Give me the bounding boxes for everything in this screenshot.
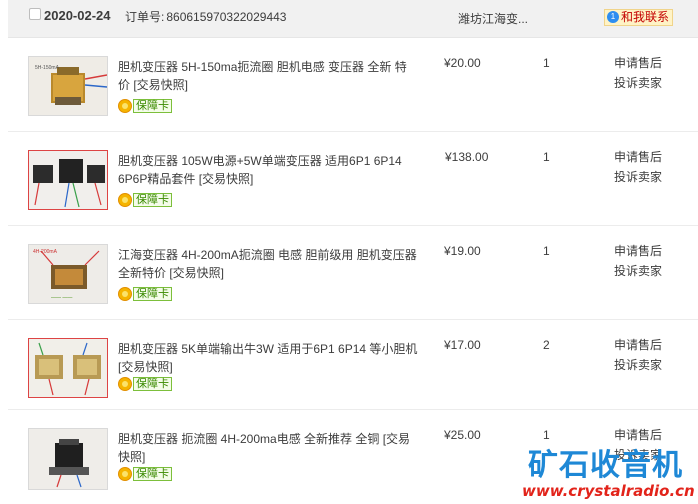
guarantee-card-badge[interactable]: 保障卡 <box>118 466 172 482</box>
item-actions: 申请售后 投诉卖家 <box>614 241 662 281</box>
complain-seller-link[interactable]: 投诉卖家 <box>614 261 662 281</box>
product-title-link[interactable]: 胆机变压器 105W电源+5W单端变压器 适用6P1 6P14 6P6P精品套件… <box>118 154 402 186</box>
contact-seller-label: 和我联系 <box>621 10 670 24</box>
order-number-label: 订单号: 860615970322029443 <box>125 8 286 25</box>
guarantee-shield-icon <box>118 467 132 481</box>
order-header: 2020-02-24 订单号: 860615970322029443 潍坊江海变.… <box>8 0 698 38</box>
order-item-row: 4H-200mA —— —— 江海变压器 4H-200mA扼流圈 电感 胆前级用… <box>8 226 698 320</box>
complain-seller-link[interactable]: 投诉卖家 <box>614 167 662 187</box>
item-price: ¥17.00 <box>444 338 481 352</box>
product-title-link[interactable]: 胆机变压器 扼流圈 4H-200ma电感 全新推荐 全铜 [交易快照] <box>118 432 410 464</box>
item-price: ¥19.00 <box>444 244 481 258</box>
order-item-row: 5H-150mA 胆机变压器 5H-150ma扼流圈 胆机电感 变压器 全新 特… <box>8 38 698 132</box>
item-quantity: 2 <box>543 338 550 352</box>
complain-seller-link[interactable]: 投诉卖家 <box>614 355 662 375</box>
shop-name-link[interactable]: 潍坊江海变... <box>458 10 528 27</box>
order-date: 2020-02-24 <box>44 8 111 23</box>
contact-seller-button[interactable]: 1 和我联系 <box>604 9 674 26</box>
order-item-row: 胆机变压器 105W电源+5W单端变压器 适用6P1 6P14 6P6P精品套件… <box>8 132 698 226</box>
item-price: ¥138.00 <box>445 150 489 164</box>
guarantee-card-label: 保障卡 <box>133 193 172 207</box>
svg-text:4H-200mA: 4H-200mA <box>33 249 58 255</box>
chat-icon: 1 <box>607 11 619 23</box>
watermark-url: www.crystalradio.cn <box>522 482 695 500</box>
guarantee-card-badge[interactable]: 保障卡 <box>118 98 172 114</box>
item-price: ¥20.00 <box>444 56 481 70</box>
product-title: 胆机变压器 扼流圈 4H-200ma电感 全新推荐 全铜 [交易快照] <box>118 430 418 466</box>
item-quantity: 1 <box>543 244 550 258</box>
order-number-prefix: 订单号: <box>125 10 165 24</box>
guarantee-card-label: 保障卡 <box>133 467 172 481</box>
product-thumbnail[interactable] <box>28 150 108 210</box>
svg-text:—— ——: —— —— <box>51 295 72 301</box>
guarantee-shield-icon <box>118 193 132 207</box>
item-actions: 申请售后 投诉卖家 <box>614 53 662 93</box>
svg-text:5H-150mA: 5H-150mA <box>35 65 60 71</box>
order-item-row: 胆机变压器 5K单端输出牛3W 适用于6P1 6P14 等小胆机 [交易快照] … <box>8 320 698 410</box>
apply-after-sales-link[interactable]: 申请售后 <box>614 53 662 73</box>
guarantee-card-badge[interactable]: 保障卡 <box>118 376 172 392</box>
guarantee-card-badge[interactable]: 保障卡 <box>118 192 172 208</box>
guarantee-card-label: 保障卡 <box>133 99 172 113</box>
apply-after-sales-link[interactable]: 申请售后 <box>614 147 662 167</box>
apply-after-sales-link[interactable]: 申请售后 <box>614 241 662 261</box>
product-thumbnail[interactable]: 4H-200mA —— —— <box>28 244 108 304</box>
product-title: 胆机变压器 5H-150ma扼流圈 胆机电感 变压器 全新 特价 [交易快照] <box>118 58 418 94</box>
guarantee-card-label: 保障卡 <box>133 377 172 391</box>
complain-seller-link[interactable]: 投诉卖家 <box>614 73 662 93</box>
item-quantity: 1 <box>543 56 550 70</box>
product-title-link[interactable]: 胆机变压器 5H-150ma扼流圈 胆机电感 变压器 全新 特价 [交易快照] <box>118 60 407 92</box>
product-thumbnail[interactable] <box>28 338 108 398</box>
item-actions: 申请售后 投诉卖家 <box>614 335 662 375</box>
product-thumbnail[interactable]: 5H-150mA <box>28 56 108 116</box>
order-select-checkbox[interactable] <box>29 8 41 20</box>
guarantee-shield-icon <box>118 99 132 113</box>
order-number: 860615970322029443 <box>166 10 287 24</box>
guarantee-card-badge[interactable]: 保障卡 <box>118 286 172 302</box>
product-thumbnail[interactable] <box>28 428 108 490</box>
product-title: 江海变压器 4H-200mA扼流圈 电感 胆前级用 胆机变压器 全新特价 [交易… <box>118 246 418 282</box>
product-title: 胆机变压器 5K单端输出牛3W 适用于6P1 6P14 等小胆机 [交易快照] <box>118 340 428 376</box>
item-quantity: 1 <box>543 150 550 164</box>
guarantee-shield-icon <box>118 287 132 301</box>
guarantee-shield-icon <box>118 377 132 391</box>
watermark-title: 矿石收音机 <box>528 448 683 483</box>
product-title: 胆机变压器 105W电源+5W单端变压器 适用6P1 6P14 6P6P精品套件… <box>118 152 418 188</box>
guarantee-card-label: 保障卡 <box>133 287 172 301</box>
product-title-link[interactable]: 胆机变压器 5K单端输出牛3W 适用于6P1 6P14 等小胆机 [交易快照] <box>118 342 417 374</box>
item-price: ¥25.00 <box>444 428 481 442</box>
product-title-link[interactable]: 江海变压器 4H-200mA扼流圈 电感 胆前级用 胆机变压器 全新特价 [交易… <box>118 248 417 280</box>
item-actions: 申请售后 投诉卖家 <box>614 147 662 187</box>
apply-after-sales-link[interactable]: 申请售后 <box>614 335 662 355</box>
site-watermark: 矿石收音机 www.crystalradio.cn <box>522 440 698 504</box>
